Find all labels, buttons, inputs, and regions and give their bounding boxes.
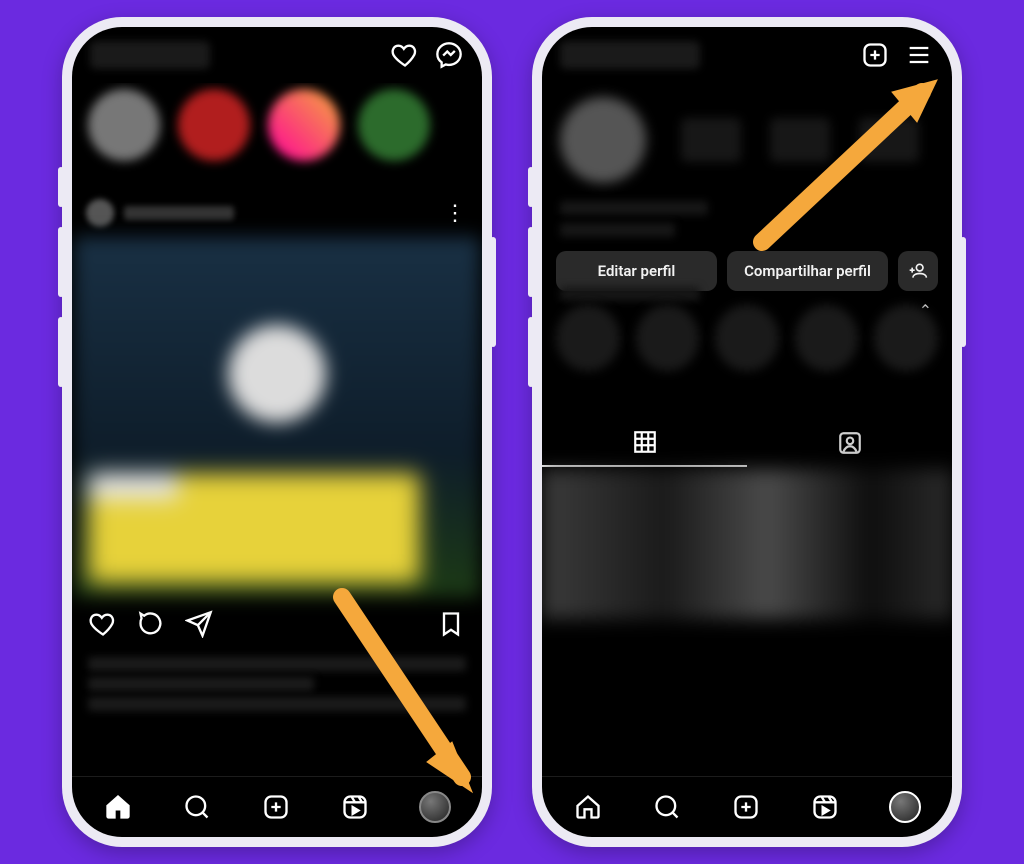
nav-search-icon[interactable] (182, 792, 212, 822)
tab-bar (72, 776, 482, 837)
post-author-name[interactable] (124, 206, 234, 220)
highlight-item[interactable] (715, 305, 779, 371)
comment-icon[interactable] (136, 609, 166, 639)
feed-scroll[interactable]: ⋮ (72, 83, 482, 776)
nav-home-icon[interactable] (573, 792, 603, 822)
stories-tray[interactable] (72, 83, 482, 189)
profile-header (542, 27, 952, 83)
profile-tabs (542, 419, 952, 467)
device-volume-down (528, 317, 534, 387)
highlights-title (560, 287, 700, 301)
highlight-item[interactable] (636, 305, 700, 371)
nav-profile-avatar[interactable] (889, 791, 921, 823)
profile-stats-row (542, 83, 952, 197)
story-ring[interactable] (178, 89, 250, 161)
discover-people-button[interactable] (898, 251, 938, 291)
post-meta-line (88, 657, 466, 671)
profile-stat[interactable] (859, 118, 919, 162)
nav-profile-avatar[interactable] (419, 791, 451, 823)
bookmark-icon[interactable] (436, 609, 466, 639)
profile-stat[interactable] (681, 118, 741, 162)
nav-create-icon[interactable] (731, 792, 761, 822)
nav-reels-icon[interactable] (810, 792, 840, 822)
messenger-icon[interactable] (434, 40, 464, 70)
share-icon[interactable] (184, 609, 214, 639)
screen-profile: Editar perfil Compartilhar perfil ⌃ (542, 27, 952, 837)
activity-heart-icon[interactable] (390, 40, 420, 70)
share-profile-button[interactable]: Compartilhar perfil (727, 251, 888, 291)
tab-bar (542, 776, 952, 837)
story-ring[interactable] (358, 89, 430, 161)
nav-create-icon[interactable] (261, 792, 291, 822)
post-meta-line (88, 697, 466, 711)
post-author-avatar[interactable] (86, 199, 114, 227)
profile-avatar[interactable] (560, 97, 646, 183)
profile-grid-row[interactable] (542, 469, 952, 619)
nav-search-icon[interactable] (652, 792, 682, 822)
highlight-item[interactable] (795, 305, 859, 371)
instagram-wordmark-icon (90, 41, 210, 69)
device-power-button (960, 237, 966, 347)
device-silent-switch (528, 167, 534, 207)
post-overflow-icon[interactable]: ⋮ (444, 201, 468, 226)
story-ring[interactable] (268, 89, 340, 161)
screen-feed: ⋮ (72, 27, 482, 837)
post-caption-overlay (88, 473, 420, 583)
story-ring[interactable] (88, 89, 160, 161)
nav-home-icon[interactable] (103, 792, 133, 822)
tab-tagged[interactable] (747, 419, 952, 467)
edit-profile-button[interactable]: Editar perfil (556, 251, 717, 291)
tab-grid[interactable] (542, 419, 747, 467)
highlights-tray[interactable]: ⌃ (542, 301, 952, 419)
highlight-item[interactable] (874, 305, 938, 371)
device-power-button (490, 237, 496, 347)
device-volume-up (58, 227, 64, 297)
device-silent-switch (58, 167, 64, 207)
post-image[interactable] (74, 237, 480, 597)
feed-header (72, 27, 482, 83)
create-post-icon[interactable] (860, 40, 890, 70)
profile-bio-line (560, 201, 708, 215)
post-meta-line (88, 677, 314, 691)
profile-scroll[interactable]: Editar perfil Compartilhar perfil ⌃ (542, 83, 952, 776)
highlight-item[interactable] (556, 305, 620, 371)
post-header: ⋮ (72, 189, 482, 237)
hamburger-menu-icon[interactable] (904, 40, 934, 70)
nav-reels-icon[interactable] (340, 792, 370, 822)
phone-feed: ⋮ (62, 17, 492, 847)
profile-bio-line (560, 223, 675, 237)
profile-username[interactable] (560, 41, 700, 69)
phone-profile: Editar perfil Compartilhar perfil ⌃ (532, 17, 962, 847)
post-action-bar (72, 597, 482, 651)
device-volume-down (58, 317, 64, 387)
like-heart-icon[interactable] (88, 609, 118, 639)
device-volume-up (528, 227, 534, 297)
profile-stat[interactable] (770, 118, 830, 162)
